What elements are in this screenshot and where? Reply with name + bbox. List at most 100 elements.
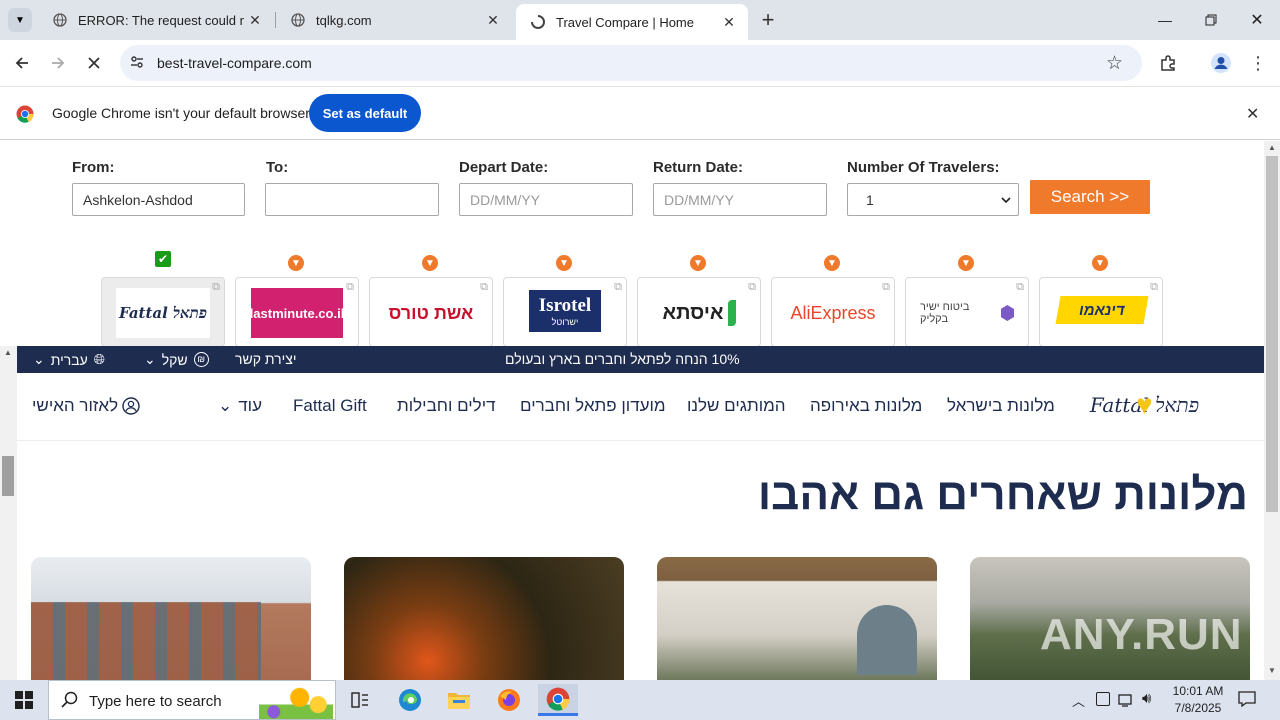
- close-tab-icon[interactable]: ✕: [718, 11, 740, 33]
- restore-button[interactable]: [1188, 0, 1234, 40]
- inner-scrollbar[interactable]: ▲: [0, 346, 17, 680]
- tray-chevron-up-icon[interactable]: ︿: [1072, 691, 1085, 710]
- currency-label: שקל: [161, 351, 188, 368]
- address-bar[interactable]: best-travel-compare.com ☆: [120, 45, 1142, 81]
- from-field[interactable]: Ashkelon-Ashdod: [72, 183, 245, 216]
- hotel-card[interactable]: [657, 557, 937, 680]
- tray-device-icon[interactable]: [1096, 692, 1110, 706]
- travelers-select[interactable]: 1: [847, 183, 1019, 216]
- back-arrow-icon: [15, 57, 28, 69]
- extensions-icon[interactable]: [1152, 47, 1184, 79]
- download-arrow-icon: ▼: [288, 255, 304, 271]
- close-infobar-icon[interactable]: ✕: [1246, 104, 1259, 124]
- close-tab-icon[interactable]: ✕: [244, 9, 266, 31]
- to-field[interactable]: [265, 183, 439, 216]
- nav-more[interactable]: ⌄ עוד: [218, 396, 262, 416]
- chevron-down-icon: ⌄: [33, 351, 45, 367]
- section-heading: מלונות שאחרים גם אהבו: [757, 470, 1248, 519]
- volume-icon[interactable]: 🔊︎: [1142, 690, 1151, 707]
- close-tab-icon[interactable]: ✕: [482, 9, 504, 31]
- nav-brands[interactable]: המותגים שלנו: [687, 396, 786, 416]
- partner-dinamo[interactable]: ⧉ דינאמו: [1039, 277, 1163, 347]
- partner-bituach-yashir[interactable]: ⧉ ביטוח ישיר בקליק: [905, 277, 1029, 347]
- partner-fattal[interactable]: ⧉ Fattal פתאל: [101, 277, 225, 347]
- tab-strip: ▼ ERROR: The request could not be satisf…: [0, 0, 1280, 40]
- download-arrow-icon: ▼: [556, 255, 572, 271]
- taskbar-search-box[interactable]: Type here to search: [48, 680, 336, 720]
- page-content: From: Ashkelon-Ashdod To: Depart Date: D…: [0, 141, 1264, 680]
- selected-check-icon: ✔: [155, 251, 171, 267]
- search-icon: [61, 691, 79, 714]
- nav-club[interactable]: מועדון פתאל וחברים: [520, 396, 666, 416]
- contact-link[interactable]: יצירת קשר: [235, 351, 296, 367]
- tab-title: Travel Compare | Home: [556, 14, 694, 30]
- task-view-icon[interactable]: [340, 684, 380, 716]
- language-selector[interactable]: ⌄ עברית 🌐︎: [33, 351, 105, 368]
- from-label: From:: [72, 159, 115, 176]
- edge-icon[interactable]: [390, 684, 430, 716]
- tab-travel-compare[interactable]: Travel Compare | Home ✕: [516, 4, 748, 40]
- partner-eshet-tours[interactable]: ⧉ אשת טורס: [369, 277, 493, 347]
- to-label: To:: [266, 159, 289, 176]
- scroll-up-arrow-icon[interactable]: ▲: [4, 348, 12, 357]
- infobar-message: Google Chrome isn't your default browser: [52, 105, 310, 121]
- back-button[interactable]: [6, 47, 38, 79]
- search-button[interactable]: Search >>: [1030, 180, 1150, 214]
- return-date-field[interactable]: DD/MM/YY: [653, 183, 827, 216]
- download-arrow-icon: ▼: [690, 255, 706, 271]
- chevron-down-icon: ▼: [15, 14, 25, 26]
- start-button[interactable]: [4, 684, 44, 716]
- tab-search-button[interactable]: ▼: [8, 8, 32, 32]
- nav-europe-hotels[interactable]: מלונות באירופה: [810, 396, 922, 416]
- profile-avatar-icon[interactable]: [1205, 47, 1237, 79]
- nav-fattal-gift[interactable]: Fattal Gift: [293, 396, 367, 416]
- close-window-button[interactable]: ✕: [1234, 0, 1280, 40]
- external-link-icon: ⧉: [212, 281, 220, 293]
- account-link[interactable]: לאזור האישי: [32, 396, 140, 416]
- nav-deals[interactable]: דילים וחבילות: [397, 396, 496, 416]
- external-link-icon: ⧉: [1150, 281, 1158, 293]
- partner-aliexpress[interactable]: ⧉ AliExpress: [771, 277, 895, 347]
- issta-mark-icon: [727, 300, 736, 326]
- system-clock[interactable]: 10:01 AM 7/8/2025: [1168, 683, 1228, 717]
- stop-button[interactable]: [78, 47, 110, 79]
- tab-tqlkg[interactable]: tqlkg.com ✕: [276, 0, 512, 40]
- download-arrow-icon: ▼: [824, 255, 840, 271]
- tab-error[interactable]: ERROR: The request could not be satisfie…: [38, 0, 274, 40]
- inner-scroll-thumb[interactable]: [2, 456, 14, 496]
- partner-issta[interactable]: ⧉ איסתא: [637, 277, 761, 347]
- currency-selector[interactable]: ⌄ שקל ₪: [144, 351, 209, 368]
- depart-date-field[interactable]: DD/MM/YY: [459, 183, 633, 216]
- browser-toolbar: best-travel-compare.com ☆ ⋮: [0, 40, 1280, 86]
- promo-text[interactable]: 10% הנחה לפתאל וחברים בארץ ובעולם: [505, 351, 740, 367]
- building-image: [31, 602, 261, 680]
- external-link-icon: ⧉: [1016, 281, 1024, 293]
- anyrun-watermark: ANY.RUN: [1040, 610, 1243, 659]
- new-tab-button[interactable]: +: [756, 7, 780, 32]
- forward-button[interactable]: [42, 47, 74, 79]
- site-info-icon[interactable]: [129, 54, 145, 75]
- partner-lastminute[interactable]: ⧉ lastminute.co.il: [235, 277, 359, 347]
- hotel-card[interactable]: [31, 557, 311, 680]
- page-scroll-thumb[interactable]: [1266, 156, 1278, 512]
- more-menu-icon[interactable]: ⋮: [1242, 47, 1274, 79]
- set-default-button[interactable]: Set as default: [309, 94, 421, 132]
- scroll-down-arrow-icon[interactable]: ▼: [1268, 666, 1276, 675]
- fattal-logo[interactable]: Fattal פתאל ♥: [1072, 383, 1217, 427]
- nav-israel-hotels[interactable]: מלונות בישראל: [947, 396, 1055, 416]
- globe-icon: [52, 12, 68, 28]
- minimize-button[interactable]: —: [1142, 0, 1188, 40]
- bookmark-star-icon[interactable]: ☆: [1106, 52, 1123, 75]
- chrome-taskbar-icon[interactable]: [538, 684, 578, 716]
- travelers-value: 1: [866, 191, 874, 208]
- nav-more-label: עוד: [238, 396, 262, 415]
- partner-isrotel[interactable]: ⧉ Isrotel ישרוטל: [503, 277, 627, 347]
- firefox-icon[interactable]: [489, 684, 529, 716]
- isrotel-logo: Isrotel ישרוטל: [529, 290, 601, 332]
- scroll-up-arrow-icon[interactable]: ▲: [1268, 143, 1276, 152]
- file-explorer-icon[interactable]: [439, 684, 479, 716]
- notification-icon[interactable]: [1238, 690, 1256, 713]
- network-icon[interactable]: [1118, 692, 1136, 713]
- hotel-card[interactable]: [344, 557, 624, 680]
- download-arrow-icon: ▼: [1092, 255, 1108, 271]
